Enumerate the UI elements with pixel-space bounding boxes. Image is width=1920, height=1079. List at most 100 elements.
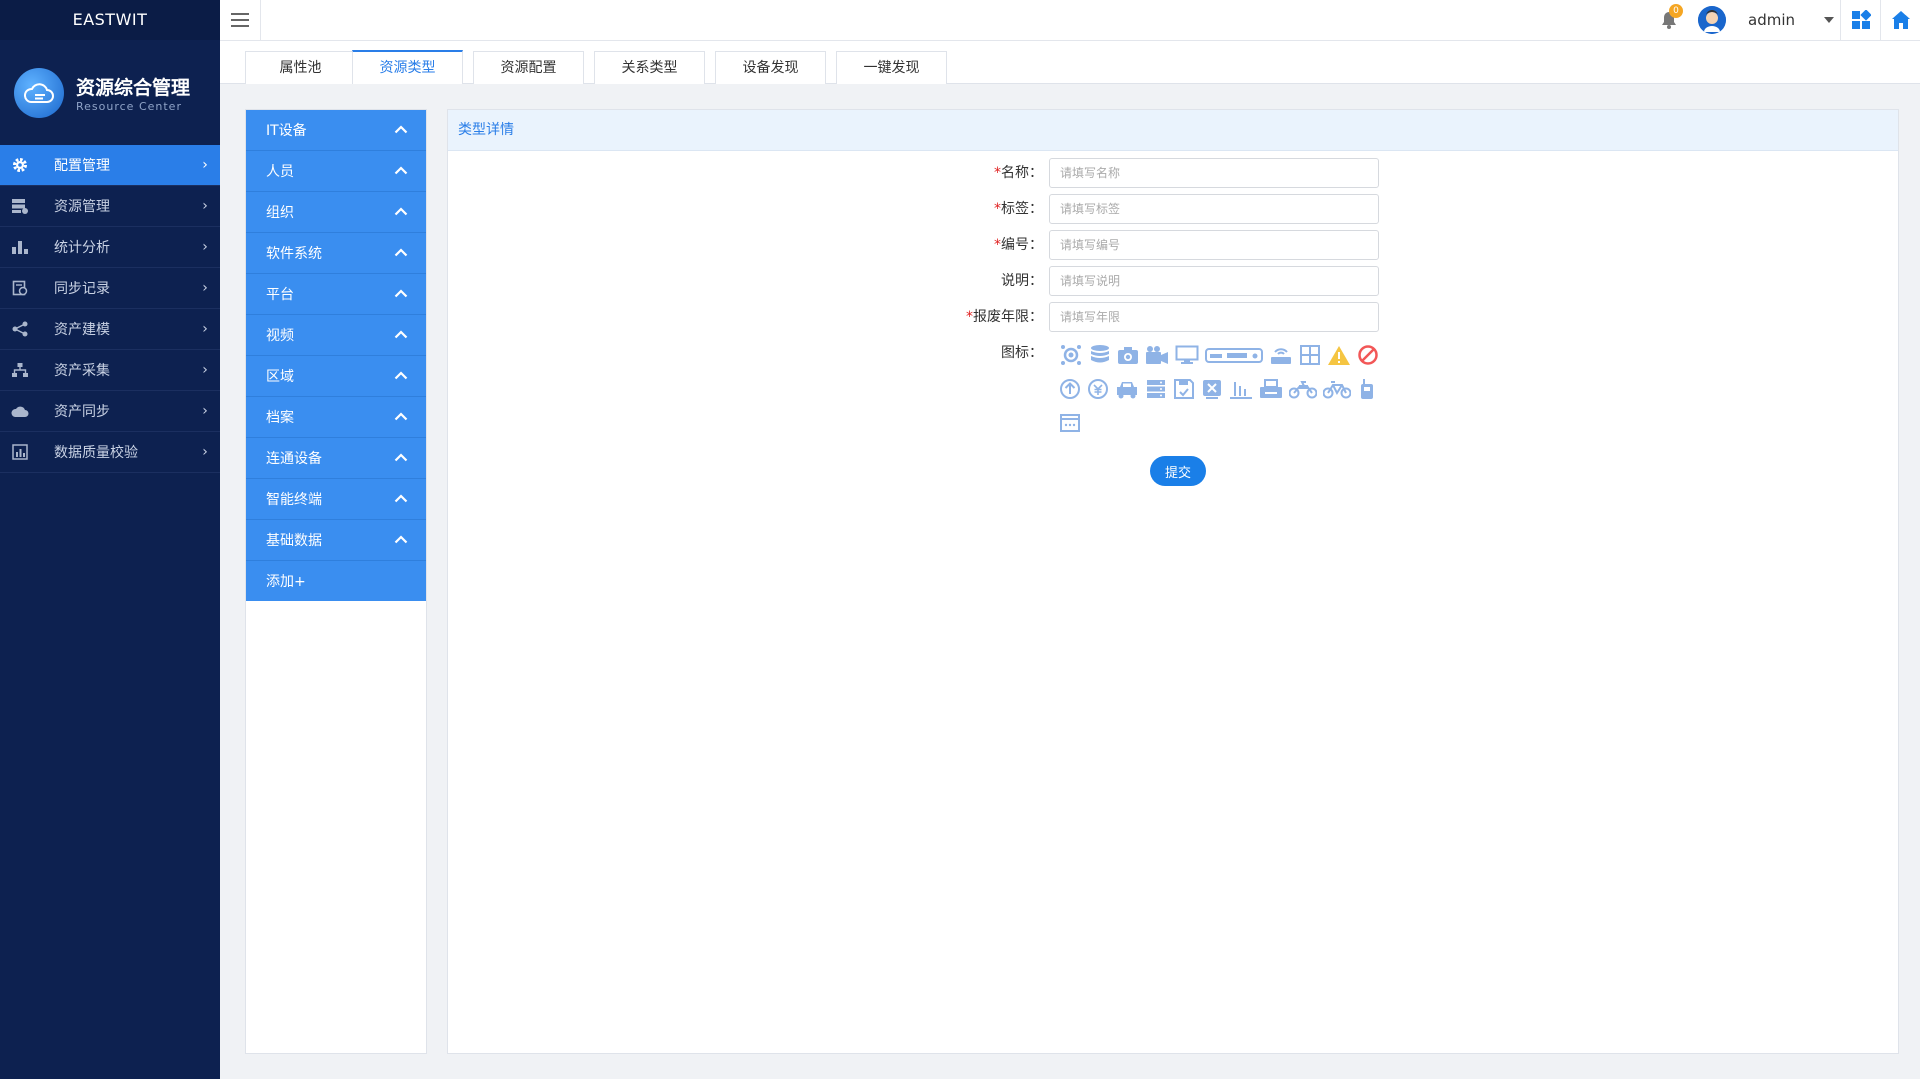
camera-icon[interactable]	[1117, 338, 1139, 372]
notification-badge: 0	[1669, 4, 1683, 18]
router-icon[interactable]	[1269, 338, 1293, 372]
monitor-icon[interactable]	[1175, 338, 1199, 372]
menu-item-config[interactable]: 配置管理 ›	[0, 145, 220, 186]
avatar[interactable]	[1698, 6, 1726, 34]
category-item[interactable]: IT设备	[246, 110, 426, 151]
chevron-up-icon[interactable]	[394, 122, 408, 138]
category-item[interactable]: 连通设备	[246, 438, 426, 479]
scrap-years-input[interactable]	[1049, 302, 1379, 332]
chevron-down-icon[interactable]	[1818, 0, 1840, 40]
chevron-up-icon[interactable]	[394, 409, 408, 425]
chevron-right-icon: ›	[202, 403, 208, 419]
warning-icon[interactable]	[1327, 338, 1351, 372]
chevron-right-icon: ›	[202, 157, 208, 173]
bar-chart-icon	[10, 237, 30, 257]
category-item[interactable]: 视频	[246, 315, 426, 356]
category-label: 智能终端	[266, 492, 322, 508]
tab-relation-type[interactable]: 关系类型	[594, 51, 705, 84]
form-row-scrap-years: *报废年限：	[448, 302, 1898, 332]
chevron-up-icon[interactable]	[394, 491, 408, 507]
form-row-name: *名称：	[448, 158, 1898, 188]
field-label: *编号：	[994, 237, 1043, 253]
car-icon[interactable]	[1115, 372, 1139, 406]
form-row-code: *编号：	[448, 230, 1898, 260]
coin-icon[interactable]	[1087, 372, 1109, 406]
code-input[interactable]	[1049, 230, 1379, 260]
type-detail-panel: 类型详情 *名称： *标签： *编号： 说明： *报废年限： 图标： 提交	[447, 109, 1899, 1054]
category-item[interactable]: 软件系统	[246, 233, 426, 274]
category-item[interactable]: 区域	[246, 356, 426, 397]
window-icon[interactable]	[1059, 406, 1081, 440]
chevron-up-icon[interactable]	[394, 327, 408, 343]
video-camera-icon[interactable]	[1145, 338, 1169, 372]
category-item[interactable]: 档案	[246, 397, 426, 438]
bicycle-icon[interactable]	[1323, 372, 1351, 406]
category-label: 连通设备	[266, 451, 322, 467]
floppy-check-icon[interactable]	[1173, 372, 1195, 406]
menu-label: 资产采集	[54, 363, 110, 379]
server-icon[interactable]	[1145, 372, 1167, 406]
tab-device-discovery[interactable]: 设备发现	[715, 51, 826, 84]
tab-attribute-pool[interactable]: 属性池	[245, 51, 356, 84]
chevron-right-icon: ›	[202, 239, 208, 255]
chevron-up-icon[interactable]	[394, 245, 408, 261]
category-item[interactable]: 人员	[246, 151, 426, 192]
chevron-up-icon[interactable]	[394, 532, 408, 548]
chevron-up-icon[interactable]	[394, 163, 408, 179]
menu-item-sync-records[interactable]: 同步记录 ›	[0, 268, 220, 309]
tab-one-click-discovery[interactable]: 一键发现	[836, 51, 947, 84]
menu-toggle-icon[interactable]	[220, 0, 261, 40]
category-label: 区域	[266, 369, 294, 385]
icon-picker	[1059, 338, 1389, 440]
sitemap-icon	[10, 360, 30, 380]
chevron-up-icon[interactable]	[394, 368, 408, 384]
menu-item-asset-modeling[interactable]: 资产建模 ›	[0, 309, 220, 350]
screen-x-icon[interactable]	[1201, 372, 1223, 406]
signal-bars-icon[interactable]	[1229, 372, 1253, 406]
category-item[interactable]: 平台	[246, 274, 426, 315]
tab-resource-type[interactable]: 资源类型	[352, 50, 463, 84]
forbidden-icon[interactable]	[1357, 338, 1379, 372]
notification-bell-icon[interactable]: 0	[1654, 0, 1684, 40]
tab-resource-config[interactable]: 资源配置	[473, 51, 584, 84]
add-category-button[interactable]: 添加+	[246, 561, 426, 601]
chevron-up-icon[interactable]	[394, 204, 408, 220]
rack-device-icon[interactable]	[1205, 338, 1263, 372]
grid-icon[interactable]	[1299, 338, 1321, 372]
menu-item-data-quality[interactable]: 数据质量校验 ›	[0, 432, 220, 473]
walkie-talkie-icon[interactable]	[1357, 372, 1377, 406]
apps-grid-icon[interactable]	[1840, 0, 1880, 40]
required-mark: *	[994, 201, 1001, 217]
logo-subtitle: Resource Center	[76, 99, 182, 113]
menu-item-asset-collection[interactable]: 资产采集 ›	[0, 350, 220, 391]
motorbike-icon[interactable]	[1289, 372, 1317, 406]
username[interactable]: admin	[1748, 11, 1800, 29]
menu-item-statistics[interactable]: 统计分析 ›	[0, 227, 220, 268]
brand-name: EASTWIT	[0, 0, 220, 40]
printer-icon[interactable]	[1259, 372, 1283, 406]
home-icon[interactable]	[1880, 0, 1920, 40]
required-mark: *	[994, 237, 1001, 253]
tag-input[interactable]	[1049, 194, 1379, 224]
category-label: 档案	[266, 410, 294, 426]
submit-button[interactable]: 提交	[1150, 456, 1206, 486]
gear-icon	[10, 155, 30, 175]
menu-item-asset-sync[interactable]: 资产同步 ›	[0, 391, 220, 432]
description-input[interactable]	[1049, 266, 1379, 296]
arrow-up-circle-icon[interactable]	[1059, 372, 1081, 406]
database-icon[interactable]	[1089, 338, 1111, 372]
chevron-up-icon[interactable]	[394, 450, 408, 466]
name-input[interactable]	[1049, 158, 1379, 188]
category-item[interactable]: 智能终端	[246, 479, 426, 520]
menu-item-resource[interactable]: 资源管理 ›	[0, 186, 220, 227]
server-icon	[10, 196, 30, 216]
category-item[interactable]: 组织	[246, 192, 426, 233]
chevron-right-icon: ›	[202, 362, 208, 378]
logo-area: 资源综合管理 Resource Center	[0, 40, 220, 145]
menu-label: 数据质量校验	[54, 445, 138, 461]
hub-icon[interactable]	[1059, 338, 1083, 372]
logo-title: 资源综合管理	[76, 76, 191, 99]
category-panel: IT设备 人员 组织 软件系统 平台 视频区域档案连通设备智能终端基础数据 添加+	[245, 109, 427, 1054]
chevron-up-icon[interactable]	[394, 286, 408, 302]
category-item[interactable]: 基础数据	[246, 520, 426, 561]
